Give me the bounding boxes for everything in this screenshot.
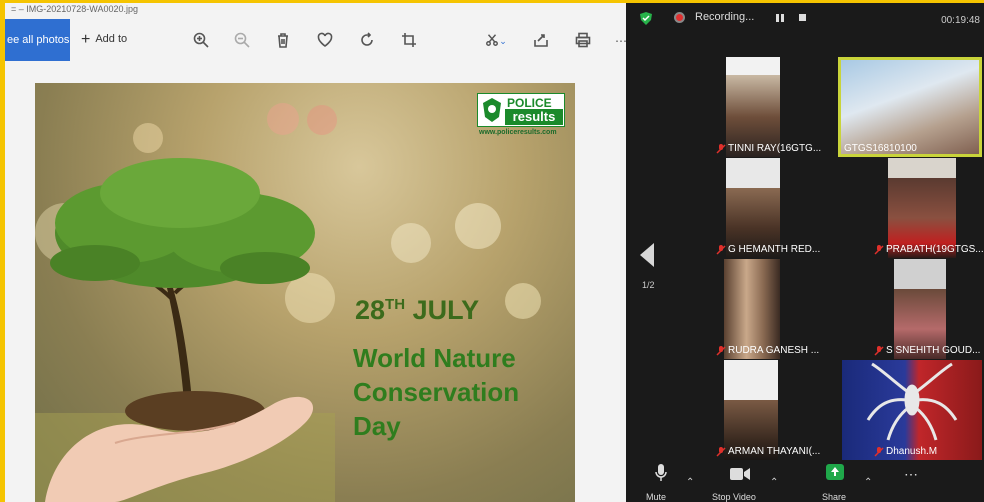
- security-shield-icon[interactable]: [640, 12, 652, 25]
- share-label[interactable]: Share: [822, 492, 846, 502]
- participant-name: RUDRA GANESH ...: [728, 345, 820, 356]
- muted-mic-icon: [716, 447, 726, 457]
- meeting-top-bar: Recording... 00:19:48: [626, 3, 984, 33]
- share-arrow-icon: [831, 467, 839, 476]
- police-results-logo: POLICE results www.policeresults.com: [477, 93, 567, 139]
- tree-illustration: [35, 158, 335, 502]
- mute-label[interactable]: Mute: [646, 492, 666, 502]
- meeting-controls-bar: ⌃ Mute ⌃ Stop Video ⌃ Share ⋯: [626, 462, 984, 502]
- video-camera-icon[interactable]: [730, 468, 750, 480]
- microphone-icon[interactable]: [655, 464, 667, 482]
- plus-icon: +: [81, 31, 91, 48]
- photos-app-window: = – IMG-20210728-WA0020.jpg ee all photo…: [5, 3, 627, 502]
- participant-name: PRABATH(19GTGS...: [886, 244, 984, 255]
- participant-tile[interactable]: RUDRA GANESH ...: [666, 259, 844, 359]
- logo-line2: results: [505, 109, 563, 125]
- photos-toolbar: ee all photos + Add to ⌄ ⋯: [5, 17, 627, 63]
- participant-name: G HEMANTH RED...: [728, 244, 821, 255]
- participant-name: S SNEHITH GOUD...: [886, 345, 981, 356]
- logo-line1: POLICE: [507, 96, 552, 110]
- audio-options-chevron-icon[interactable]: ⌃: [686, 477, 694, 488]
- stop-video-label[interactable]: Stop Video: [712, 492, 756, 502]
- add-to-button[interactable]: + Add to: [81, 31, 127, 49]
- poster-date: 28TH JULY: [355, 295, 479, 326]
- participant-video: [888, 158, 956, 258]
- zoom-out-icon[interactable]: [233, 32, 251, 50]
- participant-tile[interactable]: S SNEHITH GOUD...: [838, 259, 984, 359]
- police-badge-icon: [483, 98, 501, 122]
- participant-tile[interactable]: G HEMANTH RED...: [666, 158, 844, 258]
- delete-icon[interactable]: [274, 32, 292, 50]
- poster-title-line3: Day: [353, 411, 401, 441]
- participant-video: [724, 259, 780, 359]
- meeting-timer: 00:19:48: [941, 15, 980, 26]
- heart-icon[interactable]: [316, 32, 334, 50]
- participant-name: ARMAN THAYANI(...: [728, 446, 821, 457]
- previous-page-arrow-icon[interactable]: [640, 243, 654, 267]
- participant-video: [838, 57, 982, 157]
- participant-name: GTGS16810100: [844, 143, 917, 154]
- muted-mic-icon: [716, 144, 726, 154]
- rotate-icon[interactable]: [358, 32, 376, 50]
- share-icon[interactable]: [532, 32, 550, 50]
- participant-avatar-image: [842, 360, 982, 460]
- screen-photo: = – IMG-20210728-WA0020.jpg ee all photo…: [0, 0, 984, 502]
- recording-dot-icon: [674, 12, 685, 23]
- window-title: = – IMG-20210728-WA0020.jpg: [11, 4, 138, 14]
- participant-name: TINNI RAY(16GTG...: [728, 143, 822, 154]
- edit-icon[interactable]: ⌄: [479, 32, 513, 50]
- share-options-chevron-icon[interactable]: ⌃: [864, 477, 872, 488]
- participant-video: [724, 360, 778, 460]
- see-all-photos-button[interactable]: ee all photos: [5, 19, 70, 61]
- participant-tile[interactable]: TINNI RAY(16GTG...: [666, 57, 844, 157]
- displayed-photo: POLICE results www.policeresults.com 28T…: [35, 83, 575, 502]
- participant-video: [726, 57, 780, 157]
- muted-mic-icon: [874, 346, 884, 356]
- participant-tile[interactable]: PRABATH(19GTGS...: [838, 158, 984, 258]
- participant-tile[interactable]: Dhanush.M: [838, 360, 984, 460]
- zoom-meeting-window: Recording... 00:19:48 1/2 TINNI RAY(16GT…: [626, 3, 984, 502]
- spider-logo-icon: [866, 362, 958, 441]
- muted-mic-icon: [716, 346, 726, 356]
- gallery-page-indicator: 1/2: [642, 280, 655, 290]
- muted-mic-icon: [874, 447, 884, 457]
- participant-video: [726, 158, 780, 258]
- participant-video: [894, 259, 946, 359]
- more-options-icon[interactable]: ⋯: [904, 466, 919, 483]
- poster-title-line2: Conservation: [353, 377, 520, 407]
- participant-name: Dhanush.M: [886, 446, 938, 457]
- date-suffix: TH: [385, 296, 406, 313]
- poster-title: World Nature Conservation Day: [353, 341, 573, 443]
- participant-tile-active-speaker[interactable]: GTGS16810100: [838, 57, 984, 157]
- date-day: 28: [355, 295, 386, 325]
- crop-icon[interactable]: [400, 32, 418, 50]
- muted-mic-icon: [716, 245, 726, 255]
- zoom-in-icon[interactable]: [192, 32, 210, 50]
- recording-label: Recording...: [695, 11, 755, 23]
- add-to-label: Add to: [95, 33, 128, 45]
- pause-recording-icon[interactable]: [776, 14, 784, 22]
- logo-url: www.policeresults.com: [479, 129, 557, 136]
- poster-title-line1: World Nature: [353, 343, 516, 373]
- print-icon[interactable]: [574, 32, 592, 50]
- share-screen-button[interactable]: [826, 464, 844, 480]
- stop-recording-icon[interactable]: [799, 14, 806, 21]
- video-options-chevron-icon[interactable]: ⌃: [770, 477, 778, 488]
- participant-tile[interactable]: ARMAN THAYANI(...: [666, 360, 844, 460]
- muted-mic-icon: [874, 245, 884, 255]
- date-month: JULY: [412, 295, 480, 325]
